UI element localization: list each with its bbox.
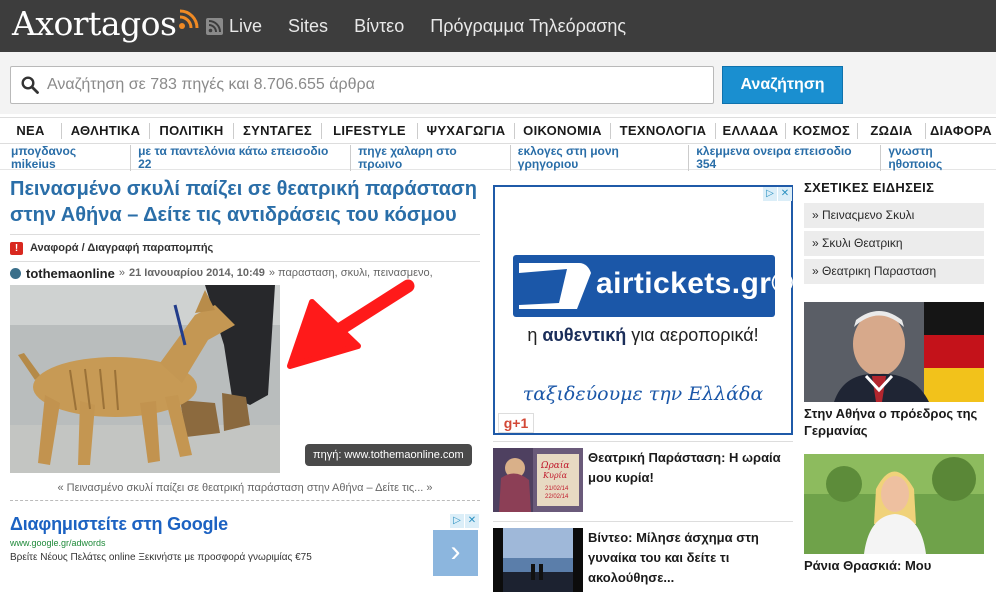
nav-tv-label: Πρόγραμμα Τηλεόρασης: [430, 15, 627, 36]
plane-tail-icon: [519, 263, 591, 309]
nav-video-label: Βίντεο: [354, 15, 405, 36]
story-caption[interactable]: Ράνια Θρασκιά: Μου: [804, 557, 984, 574]
source-icon: [10, 267, 21, 279]
rania-photo[interactable]: [804, 454, 984, 554]
list-item[interactable]: Βίντεο: Μίλησε άσχημα στη γυναίκα του κα…: [493, 521, 793, 592]
category-horoscope[interactable]: ΖΩΔΙΑ: [858, 122, 926, 139]
article-photo[interactable]: [10, 285, 280, 473]
ad-close-icon[interactable]: ✕: [465, 514, 479, 528]
ad-choices[interactable]: ▷ ✕: [450, 514, 480, 528]
banner-tagline: η αυθεντική για αεροπορικά!: [527, 325, 759, 345]
google-ad[interactable]: Διαφημιστείτε στη Google www.google.gr/a…: [10, 514, 480, 576]
list-item-title[interactable]: Βίντεο: Μίλησε άσχημα στη γυναίκα του κα…: [588, 528, 788, 588]
report-label: Αναφορά / Διαγραφή παραπομπής: [30, 242, 214, 254]
trending-link[interactable]: γνωστη ηθοποιος: [881, 144, 996, 171]
video-thumbnail: [493, 528, 583, 592]
svg-text:21/02/14: 21/02/14: [545, 486, 569, 492]
category-world[interactable]: ΚΟΣΜΟΣ: [786, 122, 858, 139]
category-technology[interactable]: ΤΕΧΝΟΛΟΓΙΑ: [611, 122, 716, 139]
search-icon: [21, 76, 39, 94]
related-link[interactable]: » Σκυλι Θεατρικη: [804, 231, 984, 256]
list-item-title[interactable]: Θεατρική Παράσταση: Η ωραία μου κυρία!: [588, 448, 788, 488]
airtickets-banner[interactable]: ▷ ✕ airtickets.gr® η αυθεντική για αεροπο…: [493, 185, 793, 435]
related-link[interactable]: » Πειναςμενο Σκυλι: [804, 203, 984, 228]
trending-link[interactable]: εκλογες στη μονη γρηγοριου: [511, 144, 690, 171]
ad-info-icon[interactable]: ▷: [763, 187, 777, 201]
category-entertainment[interactable]: ΨΥΧΑΓΩΓΙΑ: [418, 122, 515, 139]
main-nav: Live Sites Βίντεο Πρόγραμμα Τηλεόρασης: [193, 0, 639, 52]
red-arrow-icon: [287, 279, 415, 369]
category-economy[interactable]: ΟΙΚΟΝΟΜΙΑ: [515, 122, 611, 139]
red-arrow-overlay: [10, 285, 280, 473]
ad-url[interactable]: www.google.gr/adwords: [10, 538, 480, 548]
story-caption[interactable]: Στην Αθήνα ο πρόεδρος της Γερμανίας: [804, 405, 984, 439]
photo-credit[interactable]: πηγή: www.tothemaonline.com: [305, 444, 472, 466]
site-logo[interactable]: Axortagos: [12, 4, 199, 43]
article-source[interactable]: tothemaonline: [26, 266, 115, 281]
google-plus-button[interactable]: g+1: [498, 413, 534, 433]
nav-video[interactable]: Βίντεο: [341, 16, 417, 37]
report-icon: !: [10, 241, 23, 255]
category-recipes[interactable]: ΣΥΝΤΑΓΕΣ: [234, 122, 322, 139]
svg-text:Ωραία: Ωραία: [540, 460, 569, 471]
category-news[interactable]: ΝΕΑ: [0, 122, 62, 139]
ad-info-icon[interactable]: ▷: [450, 514, 464, 528]
nav-tv-program[interactable]: Πρόγραμμα Τηλεόρασης: [417, 16, 639, 37]
banner-ad-choices[interactable]: ▷ ✕: [763, 187, 793, 201]
top-bar: Axortagos Live Sites Βίντεο Πρόγραμμα Τη…: [0, 0, 996, 52]
nav-live[interactable]: Live: [193, 16, 275, 37]
category-lifestyle[interactable]: LIFESTYLE: [322, 122, 418, 139]
trending-link[interactable]: μπογδανος mikeius: [0, 144, 132, 171]
ad-close-icon[interactable]: ✕: [778, 187, 792, 201]
nav-sites[interactable]: Sites: [275, 16, 341, 37]
article: Πεινασμένο σκυλί παίζει σε θεατρική παρά…: [10, 176, 480, 576]
trending-link[interactable]: με τα παντελόνια κάτω επεισοδιο 22: [131, 144, 352, 171]
president-photo[interactable]: [804, 302, 984, 402]
category-greece[interactable]: ΕΛΛΑΔΑ: [716, 122, 786, 139]
search-box[interactable]: [10, 66, 714, 104]
nav-sites-label: Sites: [288, 15, 329, 36]
banner-slogan: ταξιδεύουμε την Ελλάδα: [522, 383, 764, 405]
related-news: ΣΧΕΤΙΚΕΣ ΕΙΔΗΣΕΙΣ » Πειναςμενο Σκυλι » Σ…: [804, 180, 984, 573]
category-nav: ΝΕΑ ΑΘΛΗΤΙΚΑ ΠΟΛΙΤΙΚΗ ΣΥΝΤΑΓΕΣ LIFESTYLE…: [0, 117, 996, 144]
category-sports[interactable]: ΑΘΛΗΤΙΚΑ: [62, 122, 150, 139]
report-link[interactable]: ! Αναφορά / Διαγραφή παραπομπής: [10, 234, 480, 262]
airtickets-logo: airtickets.gr®: [513, 255, 793, 317]
nav-live-label: Live: [229, 15, 263, 36]
svg-text:Κυρία: Κυρία: [542, 471, 568, 480]
ad-description: Βρείτε Νέους Πελάτες online Ξεκινήστε με…: [10, 552, 312, 563]
category-misc[interactable]: ΔΙΑΦΟΡΑ: [926, 123, 996, 139]
search-bar: Αναζήτηση: [0, 52, 996, 114]
related-link[interactable]: » Θεατρικη Παρασταση: [804, 259, 984, 284]
search-button[interactable]: Αναζήτηση: [722, 66, 843, 104]
search-input[interactable]: [47, 76, 687, 94]
trending-link[interactable]: πηγε χαλαρη στο πρωινο: [351, 144, 511, 171]
related-heading: ΣΧΕΤΙΚΕΣ ΕΙΔΗΣΕΙΣ: [804, 180, 935, 195]
ad-next-arrow-icon[interactable]: ›: [433, 530, 478, 576]
ad-title[interactable]: Διαφημιστείτε στη Google: [10, 514, 480, 535]
article-date: 21 Ιανουαρίου 2014, 10:49: [128, 267, 265, 279]
trending-bar: μπογδανος mikeius με τα παντελόνια κάτω …: [0, 144, 996, 171]
photo-caption: « Πεινασμένο σκυλί παίζει σε θεατρική πα…: [10, 482, 480, 501]
banner-brand: airtickets.gr®: [596, 267, 794, 300]
live-feed-icon: [206, 17, 223, 35]
trending-link[interactable]: κλεμμενα ονειρα επεισοδιο 354: [689, 144, 882, 171]
category-politics[interactable]: ΠΟΛΙΤΙΚΗ: [150, 122, 234, 139]
theatre-thumbnail: Ωραία Κυρία 21/02/14 22/02/14: [493, 448, 583, 512]
list-item[interactable]: Ωραία Κυρία 21/02/14 22/02/14 Θεατρική Π…: [493, 441, 793, 512]
article-title[interactable]: Πεινασμένο σκυλί παίζει σε θεατρική παρά…: [10, 176, 480, 228]
svg-text:22/02/14: 22/02/14: [545, 494, 569, 500]
logo-text: Axortagos: [12, 4, 177, 43]
